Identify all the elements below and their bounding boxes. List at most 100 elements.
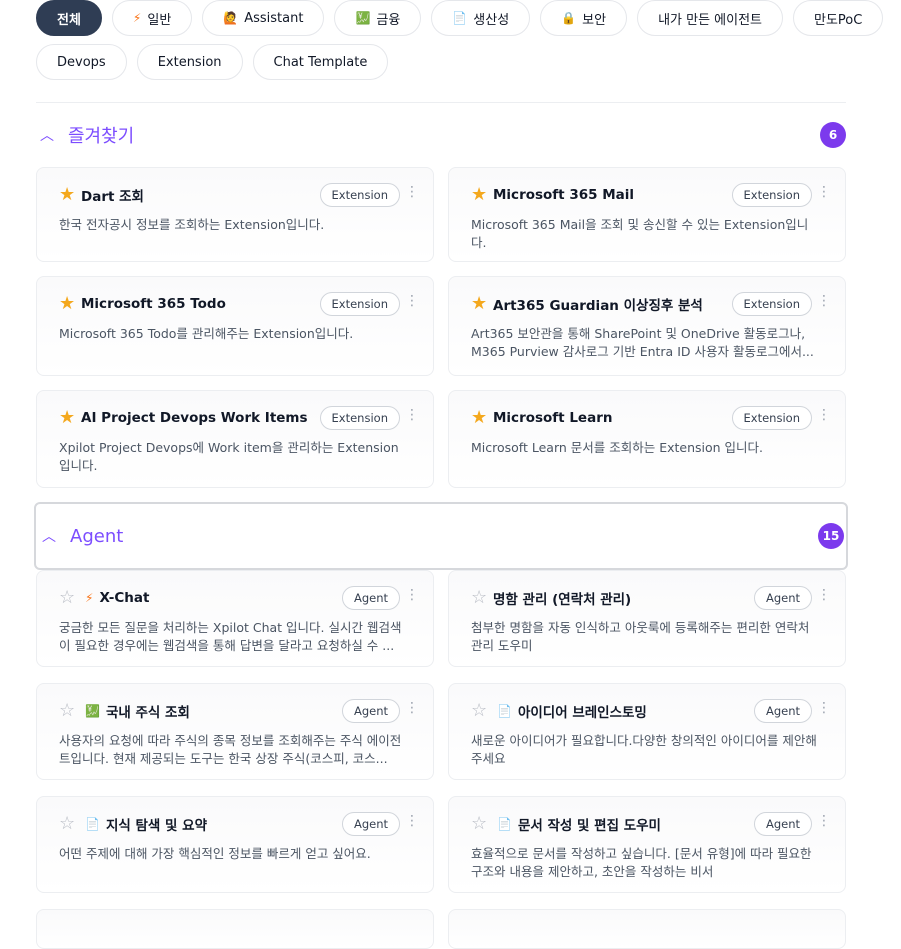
card-description: 궁금한 모든 질문을 처리하는 Xpilot Chat 입니다. 실시간 웹검색… (59, 620, 402, 653)
more-options-icon[interactable]: ⋮ (405, 408, 419, 422)
chip-label: 생산성 (473, 12, 510, 28)
type-badge: Agent (753, 586, 812, 610)
more-options-icon[interactable]: ⋮ (817, 814, 831, 828)
more-options-icon[interactable]: ⋮ (405, 814, 419, 828)
agent-catalog: 전체 ⚡ 일반 🙋 Assistant 💹 금융 📄 생산성 🔒 보안 내가 만든 에이전… (34, 0, 884, 949)
type-badge: Extension (731, 406, 812, 430)
card-title: Art365 Guardian 이상징후 분석 (493, 298, 703, 314)
card-title: X-Chat (99, 590, 150, 606)
type-badge: Agent (753, 812, 812, 836)
more-options-icon[interactable]: ⋮ (817, 185, 831, 199)
more-options-icon[interactable]: ⋮ (817, 294, 831, 308)
star-outline-icon[interactable]: ☆ (59, 815, 81, 833)
extension-card[interactable]: ★ Microsoft 365 Mail Extension ⋮ Microsof… (448, 167, 846, 262)
star-outline-icon[interactable]: ☆ (471, 815, 493, 833)
favorites-section-header[interactable]: ︿ 즐겨찾기 6 (36, 103, 846, 167)
lightning-icon: ⚡ (85, 591, 94, 605)
chip-label: Assistant (244, 10, 304, 26)
star-filled-icon[interactable]: ★ (471, 186, 493, 204)
extension-card[interactable]: ★ Dart 조회 Extension ⋮ 한국 전자공시 정보를 조회하는 Ex… (36, 167, 434, 262)
lock-icon: 🔒 (561, 11, 577, 25)
card-title: Microsoft 365 Mail (493, 187, 635, 203)
document-icon: 📄 (497, 817, 512, 831)
filter-chip-productivity[interactable]: 📄 생산성 (431, 0, 531, 36)
type-badge: Agent (341, 812, 400, 836)
type-badge: Agent (753, 699, 812, 723)
filter-chip-general[interactable]: ⚡ 일반 (111, 0, 193, 36)
star-outline-icon[interactable]: ☆ (471, 589, 493, 607)
agent-section-header[interactable]: ︿ Agent 15 (34, 502, 848, 570)
more-options-icon[interactable]: ⋮ (405, 588, 419, 602)
chip-label: Extension (157, 54, 222, 70)
filter-chip-all[interactable]: 전체 (36, 0, 102, 36)
agent-card-partial[interactable] (36, 909, 434, 949)
filter-chip-devops[interactable]: Devops (36, 44, 127, 80)
filter-chip-chat-template[interactable]: Chat Template (252, 44, 389, 80)
type-badge: Extension (731, 292, 812, 316)
extension-card[interactable]: ★ Art365 Guardian 이상징후 분석 Extension ⋮ Art… (448, 276, 846, 376)
star-outline-icon[interactable]: ☆ (471, 702, 493, 720)
card-description: Microsoft Learn 문서를 조회하는 Extension 입니다. (471, 440, 764, 455)
agent-card[interactable]: ☆ 📄 아이디어 브레인스토밍 Agent ⋮ 새로운 아이디어가 필요합니다.다양… (448, 683, 846, 780)
filter-chip-my-agents[interactable]: 내가 만든 에이전트 (637, 0, 784, 36)
more-options-icon[interactable]: ⋮ (817, 408, 831, 422)
section-title: 즐겨찾기 (68, 126, 135, 147)
star-outline-icon[interactable]: ☆ (59, 589, 81, 607)
chip-label: 내가 만든 에이전트 (658, 12, 763, 28)
filter-chip-extension[interactable]: Extension (136, 44, 243, 80)
extension-card[interactable]: ★ AI Project Devops Work Items Extension … (36, 390, 434, 488)
more-options-icon[interactable]: ⋮ (817, 588, 831, 602)
chevron-up-icon[interactable]: ︿ (42, 526, 64, 546)
card-description: Xpilot Project Devops에 Work item을 관리하는 E… (59, 440, 399, 473)
card-title: 국내 주식 조회 (105, 705, 190, 721)
agent-card[interactable]: ☆ ⚡ X-Chat Agent ⋮ 궁금한 모든 질문을 처리하는 Xpilot … (36, 570, 434, 667)
filter-chip-finance[interactable]: 💹 금융 (334, 0, 422, 36)
filter-chip-mando-poc[interactable]: 만도PoC (793, 0, 884, 36)
extension-card[interactable]: ★ Microsoft 365 Todo Extension ⋮ Microsof… (36, 276, 434, 376)
agent-card[interactable]: ☆ 명함 관리 (연락처 관리) Agent ⋮ 첨부한 명함을 자동 인식하고 … (448, 570, 846, 667)
card-title: 문서 작성 및 편집 도우미 (517, 818, 661, 834)
card-description: 첨부한 명함을 자동 인식하고 아웃룩에 등록해주는 편리한 연락처 관리 도우… (471, 620, 810, 653)
chip-label: Chat Template (273, 54, 368, 70)
card-description: Microsoft 365 Todo를 관리해주는 Extension입니다. (59, 326, 354, 341)
type-badge: Extension (319, 406, 400, 430)
more-options-icon[interactable]: ⋮ (405, 294, 419, 308)
person-raising-hand-icon: 🙋 (223, 11, 239, 25)
chevron-up-icon[interactable]: ︿ (40, 125, 62, 145)
document-icon: 📄 (85, 817, 100, 831)
star-filled-icon[interactable]: ★ (471, 295, 493, 313)
card-title: Dart 조회 (81, 189, 144, 205)
star-filled-icon[interactable]: ★ (471, 409, 493, 427)
card-title: 아이디어 브레인스토밍 (517, 705, 647, 721)
chip-label: 보안 (582, 12, 607, 28)
more-options-icon[interactable]: ⋮ (405, 701, 419, 715)
document-icon: 📄 (497, 704, 512, 718)
card-title: 명함 관리 (연락처 관리) (493, 592, 632, 608)
filter-chip-assistant[interactable]: 🙋 Assistant (202, 0, 325, 36)
agent-card[interactable]: ☆ 📄 지식 탐색 및 요약 Agent ⋮ 어떤 주제에 대해 가장 핵심적인 정… (36, 796, 434, 893)
filter-chip-security[interactable]: 🔒 보안 (540, 0, 628, 36)
star-outline-icon[interactable]: ☆ (59, 702, 81, 720)
lightning-icon: ⚡ (132, 11, 142, 25)
type-badge: Agent (341, 586, 400, 610)
chip-label: 만도PoC (814, 12, 863, 28)
chart-icon: 💹 (85, 704, 100, 718)
count-badge: 15 (818, 523, 844, 549)
card-title: 지식 탐색 및 요약 (105, 818, 207, 834)
more-options-icon[interactable]: ⋮ (405, 185, 419, 199)
card-description: 한국 전자공시 정보를 조회하는 Extension입니다. (59, 217, 325, 232)
star-filled-icon[interactable]: ★ (59, 186, 81, 204)
agent-card[interactable]: ☆ 📄 문서 작성 및 편집 도우미 Agent ⋮ 효율적으로 문서를 작성하고 … (448, 796, 846, 893)
card-title: AI Project Devops Work Items (81, 410, 308, 426)
count-badge: 6 (820, 122, 846, 148)
extension-card[interactable]: ★ Microsoft Learn Extension ⋮ Microsoft L… (448, 390, 846, 488)
type-badge: Extension (319, 183, 400, 207)
agent-card[interactable]: ☆ 💹 국내 주식 조회 Agent ⋮ 사용자의 요청에 따라 주식의 종목 정보… (36, 683, 434, 780)
more-options-icon[interactable]: ⋮ (817, 701, 831, 715)
star-filled-icon[interactable]: ★ (59, 409, 81, 427)
card-description: 효율적으로 문서를 작성하고 싶습니다. [문서 유형]에 따라 필요한 구조와… (471, 846, 812, 879)
card-description: 새로운 아이디어가 필요합니다.다양한 창의적인 아이디어를 제안해 주세요 (471, 733, 817, 766)
chip-label: 금융 (376, 12, 401, 28)
agent-card-partial[interactable] (448, 909, 846, 949)
star-filled-icon[interactable]: ★ (59, 295, 81, 313)
